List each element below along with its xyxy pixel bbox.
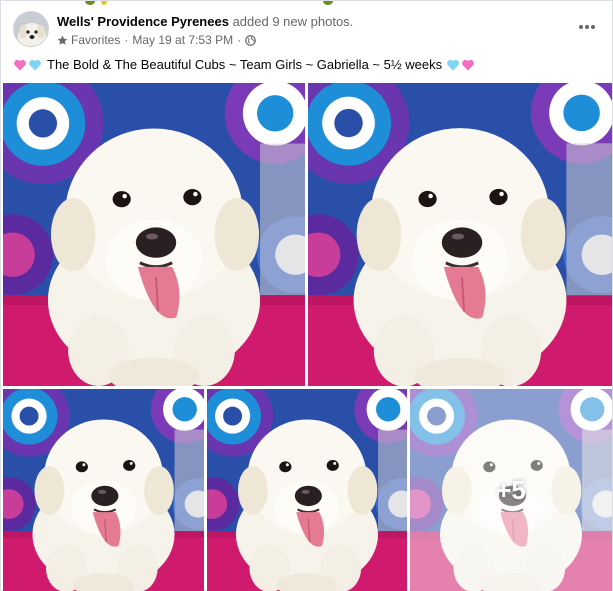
photo-2[interactable] [308, 83, 612, 386]
previous-post-edge [1, 1, 613, 6]
avatar-dog-icon [14, 12, 48, 46]
separator: · [237, 33, 242, 47]
post-subline: Favorites · May 19 at 7:53 PM · [57, 32, 563, 48]
post-header: Wells' Providence Pyrenees added 9 new p… [13, 11, 603, 49]
blue-heart-icon [29, 59, 41, 71]
photo-3[interactable] [3, 389, 204, 591]
pink-heart-icon [14, 59, 26, 71]
post-caption: The Bold & The Beautiful Cubs ~ Team Gir… [13, 56, 476, 74]
post-title-line: Wells' Providence Pyrenees added 9 new p… [57, 13, 563, 30]
more-options-button[interactable] [573, 15, 601, 39]
caption-text: The Bold & The Beautiful Cubs ~ Team Gir… [47, 57, 443, 72]
photo-grid: +5 [1, 83, 613, 591]
puppy-photo [3, 389, 204, 591]
audience-label[interactable]: Favorites [71, 32, 120, 48]
avatar[interactable] [13, 11, 49, 47]
puppy-photo [3, 83, 305, 386]
separator: · [124, 33, 129, 47]
blue-heart-icon [447, 59, 460, 71]
photo-4[interactable] [207, 389, 407, 591]
post-action-text: added 9 new photos. [232, 14, 354, 29]
photo-5-more[interactable]: +5 [410, 389, 612, 591]
author-name[interactable]: Wells' Providence Pyrenees [57, 14, 229, 29]
photo-1[interactable] [3, 83, 305, 386]
post-meta: Wells' Providence Pyrenees added 9 new p… [57, 13, 563, 48]
more-photos-count: +5 [496, 475, 526, 505]
more-photos-overlay[interactable]: +5 [410, 389, 612, 591]
puppy-photo [207, 389, 407, 591]
puppy-photo [308, 83, 612, 386]
globe-icon[interactable] [245, 34, 256, 46]
more-options-icon [579, 25, 595, 29]
star-icon [57, 35, 68, 45]
post-timestamp[interactable]: May 19 at 7:53 PM [132, 32, 233, 48]
photo-post: Wells' Providence Pyrenees added 9 new p… [0, 0, 613, 591]
pink-heart-icon [462, 59, 475, 71]
